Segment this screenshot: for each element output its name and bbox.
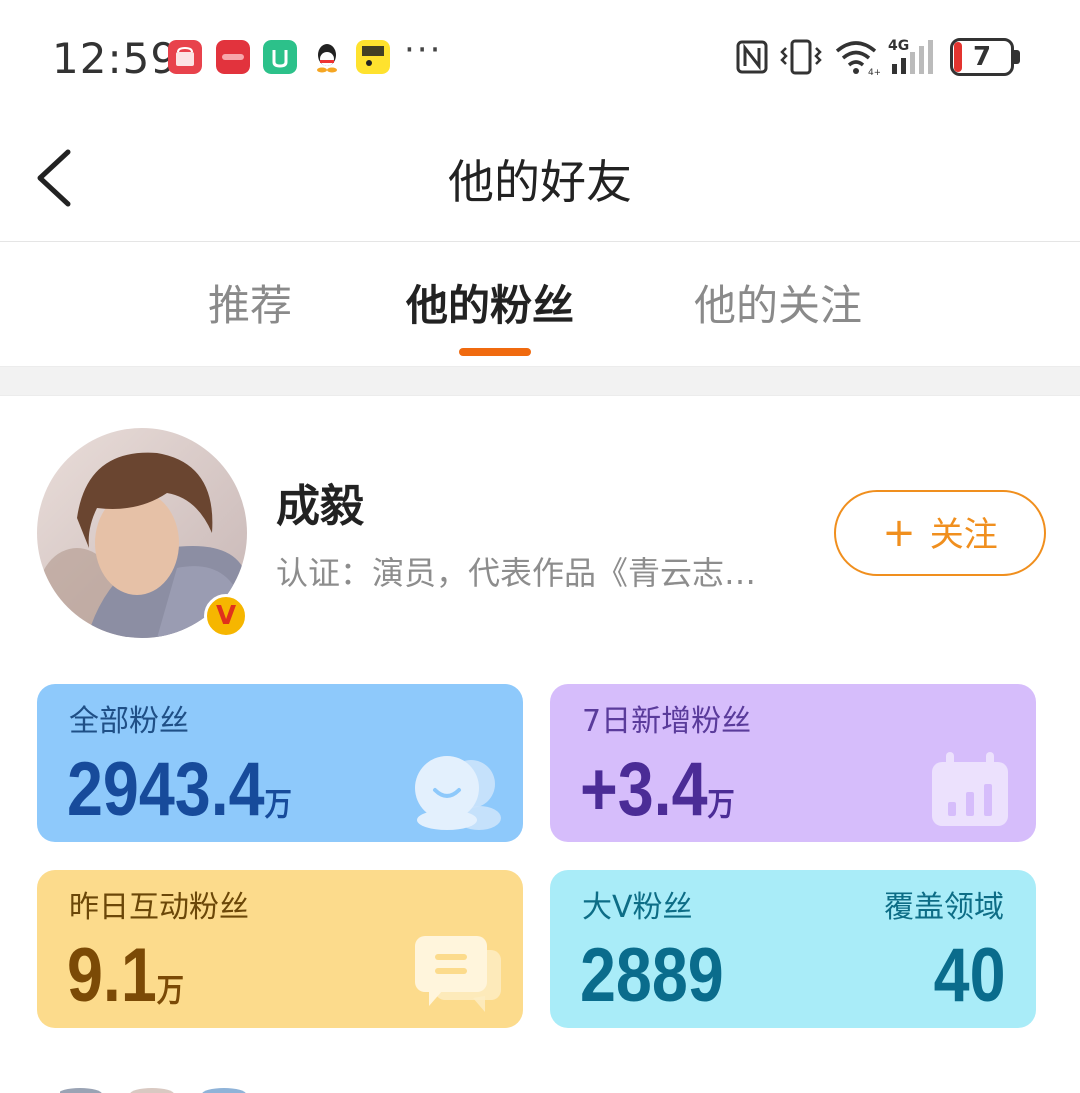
- nfc-icon: [736, 40, 768, 74]
- section-divider: [0, 366, 1080, 396]
- interactive-fans-card[interactable]: 昨日互动粉丝 9.1万: [37, 870, 523, 1028]
- battery-icon: 7: [950, 38, 1020, 76]
- user-name[interactable]: 成毅: [276, 470, 364, 534]
- vibrate-icon: [780, 39, 822, 75]
- interactive-fans-label: 昨日互动粉丝: [69, 890, 249, 925]
- qq-icon: [317, 44, 337, 73]
- verified-v-badge-icon: V: [204, 594, 248, 638]
- active-tab-indicator: [459, 348, 531, 356]
- status-time: 12:59: [52, 34, 179, 83]
- tab-his-fans[interactable]: 他的粉丝: [406, 272, 574, 333]
- all-fans-label: 全部粉丝: [69, 704, 189, 739]
- svg-text:4+: 4+: [868, 68, 880, 76]
- huawei-appgallery-icon: [168, 40, 202, 74]
- wifi-icon: 4+: [835, 41, 880, 76]
- page-title: 他的好友: [448, 155, 632, 209]
- interactive-fans-value: 9.1万: [67, 933, 185, 1018]
- follow-button-label: 关注: [929, 515, 998, 555]
- follow-button[interactable]: + 关注: [834, 490, 1046, 576]
- plus-icon: +: [882, 510, 916, 556]
- nav-header: 他的好友: [0, 118, 1080, 242]
- chat-bubbles-icon: [415, 936, 501, 1012]
- tab-bar: 推荐 他的粉丝 他的关注: [0, 242, 1080, 366]
- new-fans-7d-card[interactable]: 7日新增粉丝 +3.4万: [550, 684, 1036, 842]
- users-icon: [415, 756, 501, 830]
- big-v-fans-value: 2889: [580, 933, 724, 1018]
- status-bar: 12:59 ··· 4+ 4G 7: [0, 0, 1080, 118]
- tab-recommended[interactable]: 推荐: [208, 272, 292, 333]
- tab-his-following[interactable]: 他的关注: [694, 272, 862, 333]
- all-fans-card[interactable]: 全部粉丝 2943.4万: [37, 684, 523, 842]
- next-list-avatars-peek: [60, 1088, 246, 1093]
- all-fans-value: 2943.4万: [67, 747, 292, 832]
- more-notifications-icon: ···: [404, 30, 443, 70]
- signal-4g-icon: 4G: [888, 38, 933, 74]
- mijia-icon: [263, 40, 297, 74]
- coverage-label: 覆盖领域: [884, 890, 1004, 925]
- xianyu-icon: [356, 40, 390, 74]
- coverage-value: 40: [934, 933, 1006, 1018]
- big-v-fans-card[interactable]: 大V粉丝 覆盖领域 2889 40: [550, 870, 1036, 1028]
- red-app-icon: [216, 40, 250, 74]
- new-fans-7d-label: 7日新增粉丝: [582, 704, 752, 739]
- calendar-chart-icon: [932, 752, 1008, 826]
- battery-level: 7: [972, 42, 992, 72]
- new-fans-7d-value: +3.4万: [580, 747, 735, 832]
- verification-text: 认证：演员，代表作品《青云志…: [276, 554, 757, 592]
- svg-text:4G: 4G: [888, 38, 909, 54]
- verified-badge-text: V: [215, 601, 237, 631]
- big-v-fans-label: 大V粉丝: [582, 890, 693, 925]
